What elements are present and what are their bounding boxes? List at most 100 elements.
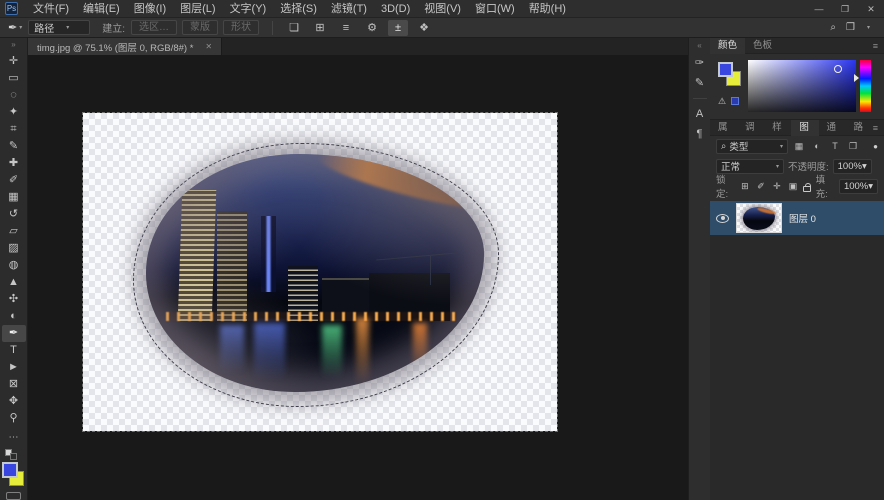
fill-input[interactable]: 100% ▾: [839, 179, 878, 194]
path-alignment-icon[interactable]: ⊞: [310, 20, 330, 36]
menu-view[interactable]: 视图(V): [417, 0, 468, 18]
make-selection-button[interactable]: 选区…: [131, 20, 177, 35]
toolbar-collapse-icon[interactable]: »: [11, 40, 15, 53]
color-swatch-column: ⚠: [718, 60, 748, 115]
type-tool[interactable]: T: [2, 342, 26, 359]
brush-settings-icon[interactable]: ✑: [691, 53, 709, 73]
tab-swatches[interactable]: 色板: [745, 38, 780, 54]
close-button[interactable]: ✕: [858, 0, 884, 18]
eyedropper-tool[interactable]: ✎: [2, 138, 26, 155]
make-shape-button[interactable]: 形状: [223, 20, 259, 35]
opacity-input[interactable]: 100% ▾: [833, 159, 872, 174]
quick-mask-button[interactable]: [6, 492, 21, 500]
brushes-icon[interactable]: ✎: [691, 73, 709, 93]
tab-channels[interactable]: 通道: [819, 120, 846, 136]
hand-tool[interactable]: ✥: [2, 393, 26, 410]
lock-pixels-icon[interactable]: ✐: [755, 181, 766, 192]
crop-tool[interactable]: ⌗: [2, 121, 26, 138]
hue-slider[interactable]: [860, 60, 871, 112]
menu-file[interactable]: 文件(F): [26, 0, 76, 18]
tab-adjustments[interactable]: 调整: [737, 120, 764, 136]
panel-foreground-swatch[interactable]: [718, 62, 733, 77]
eraser-tool[interactable]: ▱: [2, 223, 26, 240]
pen-tool[interactable]: ✒: [2, 325, 26, 342]
filter-adjustment-layers-icon[interactable]: ◐: [810, 141, 824, 151]
city-night-photo[interactable]: [146, 154, 484, 392]
lock-artboard-icon[interactable]: ▣: [787, 181, 798, 192]
color-field[interactable]: [748, 60, 856, 112]
document-tab[interactable]: timg.jpg @ 75.1% (图层 0, RGB/8#) * ✕: [28, 38, 222, 55]
shape-tool[interactable]: ⊠: [2, 376, 26, 393]
workspace-arrow-icon[interactable]: ▾: [867, 24, 870, 31]
panel-menu-icon[interactable]: ≡: [873, 41, 878, 51]
tab-close-icon[interactable]: ✕: [205, 42, 212, 51]
tab-styles[interactable]: 样式: [764, 120, 791, 136]
menu-window[interactable]: 窗口(W): [468, 0, 522, 18]
marquee-tool[interactable]: ▭: [2, 70, 26, 87]
dock-collapse-icon[interactable]: «: [697, 41, 701, 53]
menu-select[interactable]: 选择(S): [273, 0, 324, 18]
filter-pixel-layers-icon[interactable]: ▦: [792, 141, 806, 152]
align-edges-icon[interactable]: ❖: [414, 20, 434, 36]
blur-tool[interactable]: ◍: [2, 257, 26, 274]
color-picker-ring[interactable]: [834, 65, 842, 73]
sharpen-tool[interactable]: ▲: [2, 274, 26, 291]
spot-healing-tool[interactable]: ✚: [2, 155, 26, 172]
layer-filter-type-select[interactable]: ⌕ 类型 ▾: [716, 139, 788, 154]
auto-add-delete-toggle[interactable]: ±: [388, 20, 408, 36]
gear-icon[interactable]: ⚙: [362, 20, 382, 36]
path-operations-icon[interactable]: ❏: [284, 20, 304, 36]
layer-thumbnail[interactable]: [736, 203, 782, 233]
web-color-cube-icon[interactable]: [731, 97, 739, 105]
edit-toolbar-icon[interactable]: ⋯: [2, 429, 26, 446]
history-brush-tool[interactable]: ↺: [2, 206, 26, 223]
menu-filter[interactable]: 滤镜(T): [324, 0, 374, 18]
panel-menu-icon[interactable]: ≡: [873, 123, 878, 133]
clone-stamp-tool[interactable]: ▦: [2, 189, 26, 206]
tab-layers[interactable]: 图层: [791, 120, 818, 136]
menu-type[interactable]: 文字(Y): [223, 0, 274, 18]
search-icon[interactable]: ⌕: [830, 22, 836, 33]
blue-reflection: [220, 325, 244, 373]
restore-button[interactable]: ❐: [832, 0, 858, 18]
menu-help[interactable]: 帮助(H): [522, 0, 573, 18]
character-panel-icon[interactable]: A: [691, 104, 709, 124]
smudge-tool[interactable]: ✣: [2, 291, 26, 308]
zoom-tool[interactable]: ⚲: [2, 410, 26, 427]
menu-layer[interactable]: 图层(L): [173, 0, 222, 18]
pen-tool-preset-icon[interactable]: ✒: [8, 21, 17, 34]
minimize-button[interactable]: —: [806, 0, 832, 18]
paragraph-panel-icon[interactable]: ¶: [691, 124, 709, 144]
layer-row-selected[interactable]: 图层 0: [710, 201, 884, 235]
path-selection-tool[interactable]: ►: [2, 359, 26, 376]
path-arrangement-icon[interactable]: ≡: [336, 20, 356, 36]
lock-position-icon[interactable]: ✛: [771, 181, 782, 192]
gradient-tool[interactable]: ▨: [2, 240, 26, 257]
quick-selection-tool[interactable]: ✦: [2, 104, 26, 121]
lock-transparency-icon[interactable]: ⊞: [739, 181, 750, 192]
lock-all-icon[interactable]: [803, 186, 810, 192]
layer-visibility-eye-icon[interactable]: [716, 214, 729, 223]
filter-toggle-icon[interactable]: ●: [873, 142, 878, 151]
lasso-tool[interactable]: ◌: [2, 87, 26, 104]
hue-slider-arrow[interactable]: [854, 74, 859, 82]
menu-3d[interactable]: 3D(D): [374, 0, 417, 18]
swap-colors-icon[interactable]: [5, 449, 23, 460]
move-tool[interactable]: ✛: [2, 53, 26, 70]
tab-paths[interactable]: 路径: [846, 120, 873, 136]
menu-edit[interactable]: 编辑(E): [76, 0, 127, 18]
pen-mode-select[interactable]: 路径 ▾: [28, 20, 90, 35]
dodge-tool[interactable]: ◐: [2, 308, 26, 325]
foreground-color-swatch[interactable]: [2, 462, 18, 478]
document-canvas[interactable]: [83, 113, 557, 431]
tab-properties[interactable]: 属性: [710, 120, 737, 136]
make-mask-button[interactable]: 蒙版: [182, 20, 218, 35]
workspace-icon[interactable]: ❒: [846, 22, 855, 33]
filter-shape-layers-icon[interactable]: ❐: [846, 141, 860, 152]
tool-preset-arrow-icon[interactable]: ▾: [19, 24, 22, 31]
gamut-warning-icon[interactable]: ⚠: [718, 96, 726, 107]
filter-type-layers-icon[interactable]: T: [828, 141, 842, 151]
brush-tool[interactable]: ✐: [2, 172, 26, 189]
tab-color[interactable]: 颜色: [710, 38, 745, 54]
menu-image[interactable]: 图像(I): [127, 0, 173, 18]
